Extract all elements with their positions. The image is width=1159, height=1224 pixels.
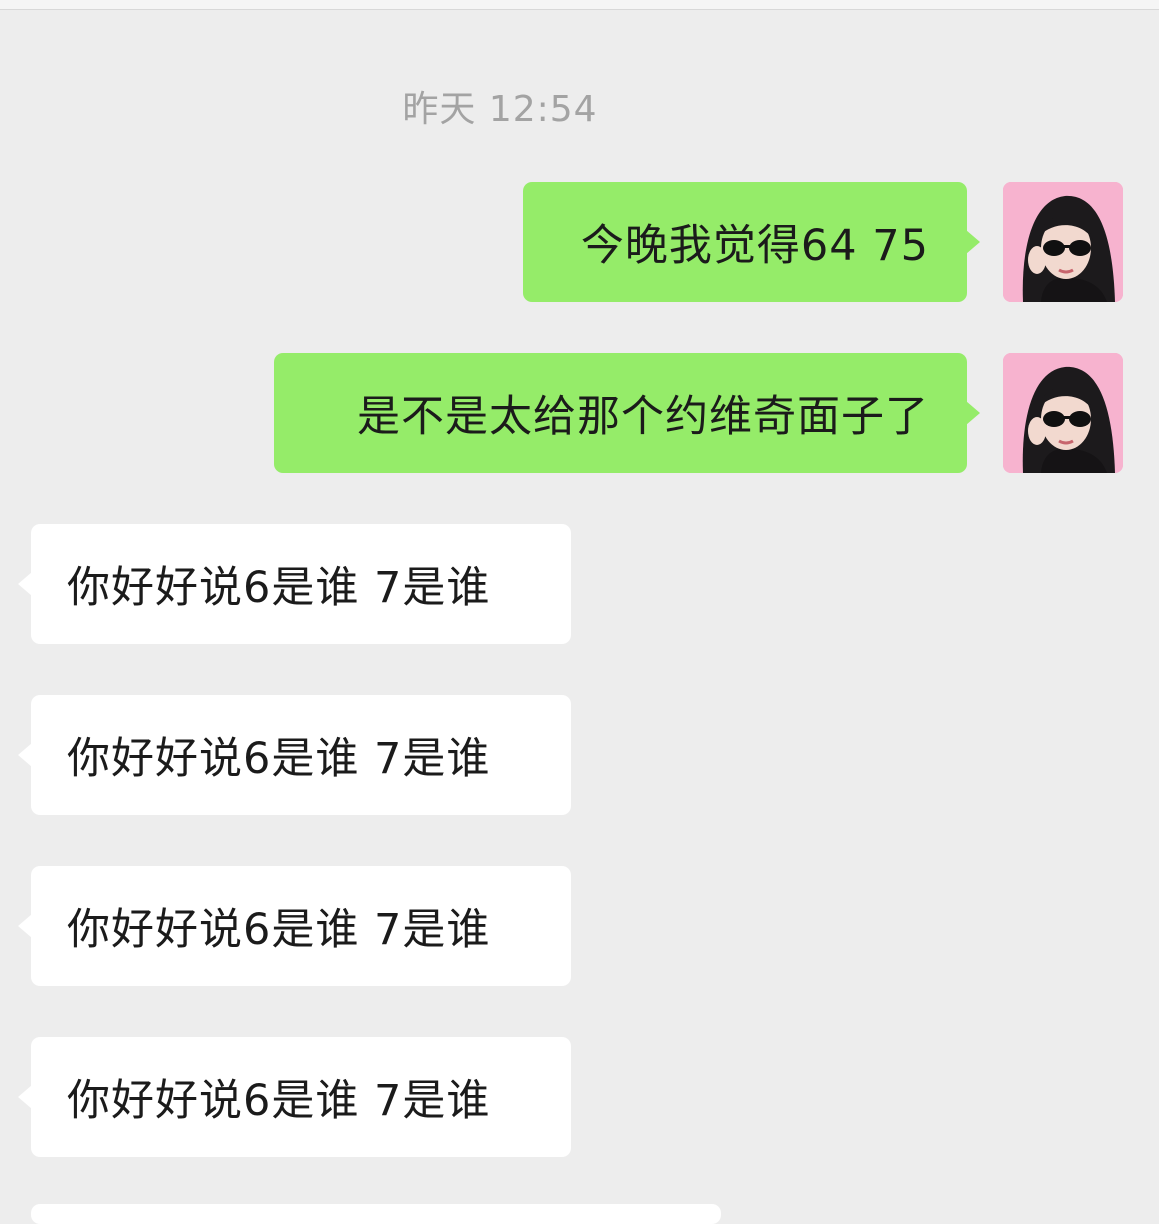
message-text: 你好好说6是谁 7是谁 [67,734,491,784]
message-row-sent: 是不是太给那个约维奇面子了 [0,353,1159,473]
avatar-photo-icon [1003,353,1123,473]
message-row-received: 你好好说6是谁 7是谁 [0,524,1159,644]
message-bubble-received[interactable]: 你好好说6是谁 7是谁 [18,695,571,815]
user-avatar[interactable] [1003,182,1123,302]
message-text: 今晚我觉得64 75 [580,221,929,271]
message-row-received: 你好好说6是谁 7是谁 [0,866,1159,986]
message-bubble-received[interactable]: 你好好说6是谁 7是谁 [18,866,571,986]
message-text: 你好好说6是谁 7是谁 [67,905,491,955]
message-bubble-sent[interactable]: 是不是太给那个约维奇面子了 [274,353,980,473]
top-divider [0,0,1159,10]
message-bubble-sent[interactable]: 今晚我觉得64 75 [523,182,980,302]
message-row-sent: 今晚我觉得64 75 [0,182,1159,302]
message-row-received: 你好好说6是谁 7是谁 [0,1037,1159,1157]
message-text: 你好好说6是谁 7是谁 [67,1076,491,1126]
user-avatar[interactable] [1003,353,1123,473]
message-bubble-received[interactable]: 你好好说6是谁 7是谁 [18,524,571,644]
message-bubble-received-partial[interactable] [31,1204,721,1224]
avatar-photo-icon [1003,182,1123,302]
message-row-received: 你好好说6是谁 7是谁 [0,695,1159,815]
message-text: 是不是太给那个约维奇面子了 [357,392,929,442]
message-text: 你好好说6是谁 7是谁 [67,563,491,613]
chat-timestamp: 昨天 12:54 [402,89,598,130]
message-bubble-received[interactable]: 你好好说6是谁 7是谁 [18,1037,571,1157]
